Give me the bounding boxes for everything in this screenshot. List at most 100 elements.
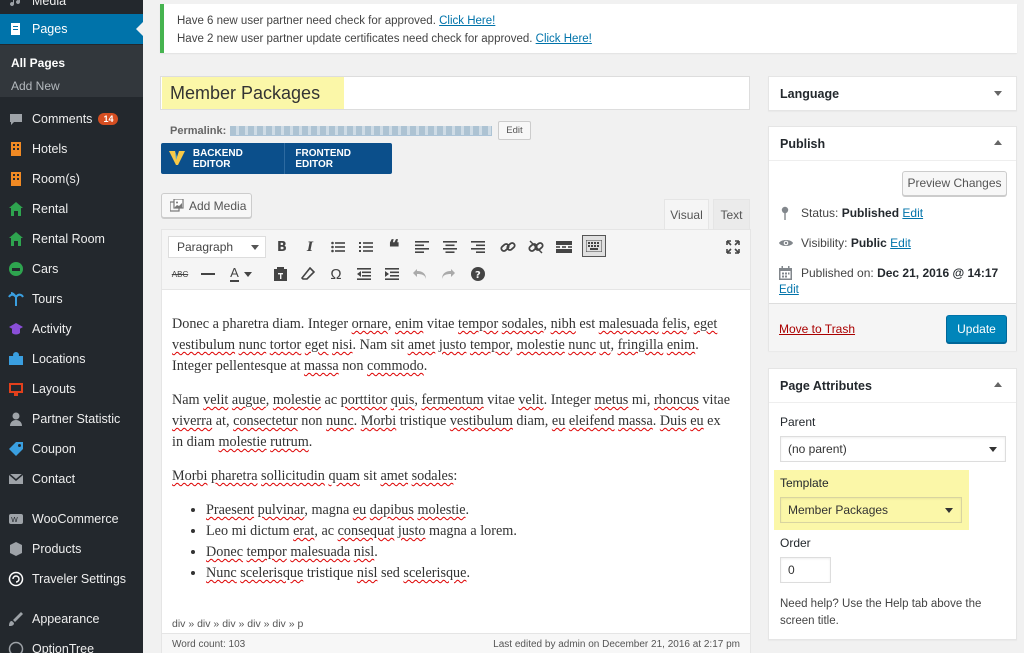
link-icon[interactable] <box>498 237 518 257</box>
increase-indent-icon[interactable] <box>382 264 402 284</box>
sidebar-item-rooms[interactable]: Room(s) <box>0 164 143 194</box>
horizontal-line-icon[interactable] <box>198 264 218 284</box>
visibility-value: Public <box>850 236 887 250</box>
notice-text: Have 2 new user partner update certifica… <box>177 33 533 45</box>
sidebar-item-appearance[interactable]: Appearance <box>0 604 143 634</box>
sidebar-item-pages[interactable]: Pages <box>0 14 143 44</box>
tours-icon <box>8 291 24 307</box>
published-on-row: Published on: Dec 21, 2016 @ 14:17 <box>779 266 998 280</box>
paste-as-text-icon[interactable] <box>270 264 290 284</box>
admin-sidebar: Media Pages All Pages Add New Comments 1… <box>0 0 143 653</box>
editor-content[interactable]: Donec a pharetra diam. Integer ornare, e… <box>172 314 732 584</box>
submenu-add-new[interactable]: Add New <box>11 79 60 93</box>
pages-icon <box>8 21 24 37</box>
sidebar-item-label: Pages <box>32 22 68 36</box>
publish-box-header[interactable]: Publish <box>769 127 1016 161</box>
unlink-icon[interactable] <box>526 237 546 257</box>
sidebar-item-activity[interactable]: Activity <box>0 314 143 344</box>
sidebar-item-coupon[interactable]: Coupon <box>0 434 143 464</box>
sidebar-item-layouts[interactable]: Layouts <box>0 374 143 404</box>
sidebar-item-contact[interactable]: Contact <box>0 464 143 494</box>
bullet-list-icon[interactable] <box>328 237 348 257</box>
chevron-up-icon[interactable] <box>994 136 1002 145</box>
page-attributes-header[interactable]: Page Attributes <box>769 369 1016 403</box>
align-right-icon[interactable] <box>468 237 488 257</box>
appearance-icon <box>8 611 24 627</box>
add-media-button[interactable]: Add Media <box>161 193 252 218</box>
visibility-row: Visibility: Public Edit <box>779 236 911 250</box>
sidebar-item-optiontree[interactable]: OptionTree <box>0 634 143 653</box>
decrease-indent-icon[interactable] <box>354 264 374 284</box>
visual-composer-logo-icon <box>169 150 189 167</box>
text-color-icon[interactable]: A <box>226 264 256 284</box>
notice-link-1[interactable]: Click Here! <box>439 15 495 27</box>
help-icon[interactable]: ? <box>468 264 488 284</box>
sidebar-item-label: Comments <box>32 112 93 126</box>
submenu-all-pages[interactable]: All Pages <box>11 56 65 70</box>
update-button[interactable]: Update <box>946 315 1007 343</box>
language-box-header[interactable]: Language <box>769 77 1016 111</box>
sidebar-item-locations[interactable]: Locations <box>0 344 143 374</box>
backend-editor-button[interactable]: BACKEND EDITOR <box>189 148 285 170</box>
sidebar-item-woocommerce[interactable]: W WooCommerce <box>0 504 143 534</box>
bold-icon[interactable]: B <box>272 237 292 257</box>
order-input[interactable]: 0 <box>780 557 831 583</box>
numbered-list-icon[interactable] <box>356 237 376 257</box>
sidebar-item-traveler-settings[interactable]: Traveler Settings <box>0 564 143 594</box>
sidebar-item-rental-room[interactable]: Rental Room <box>0 224 143 254</box>
sidebar-item-products[interactable]: Products <box>0 534 143 564</box>
template-select[interactable]: Member Packages <box>780 497 962 523</box>
frontend-editor-button[interactable]: FRONTEND EDITOR <box>285 148 392 170</box>
sidebar-item-label: Appearance <box>32 612 100 626</box>
sidebar-item-rental[interactable]: Rental <box>0 194 143 224</box>
sidebar-item-tours[interactable]: Tours <box>0 284 143 314</box>
chevron-down-icon <box>989 447 997 456</box>
parent-select[interactable]: (no parent) <box>780 436 1006 462</box>
pin-icon <box>779 206 793 220</box>
align-center-icon[interactable] <box>440 237 460 257</box>
permalink-edit-button[interactable]: Edit <box>498 121 531 140</box>
chevron-up-icon[interactable] <box>994 378 1002 387</box>
sidebar-item-label: Hotels <box>32 142 68 156</box>
calendar-icon <box>779 266 793 280</box>
sidebar-item-cars[interactable]: Cars <box>0 254 143 284</box>
toolbar-toggle-icon[interactable] <box>582 235 606 257</box>
template-label: Template <box>780 476 829 490</box>
content-editor: Paragraph B I ❝ ABC A Ω ? Donec a pharet… <box>161 229 751 653</box>
post-title-input[interactable]: Member Packages <box>160 76 750 110</box>
read-more-icon[interactable] <box>554 237 574 257</box>
editor-statusbar: Word count: 103 Last edited by admin on … <box>162 633 750 653</box>
chevron-down-icon[interactable] <box>994 91 1002 100</box>
preview-changes-button[interactable]: Preview Changes <box>902 171 1007 196</box>
sidebar-item-partner-statistic[interactable]: Partner Statistic <box>0 404 143 434</box>
tab-visual[interactable]: Visual <box>664 199 709 229</box>
undo-icon[interactable] <box>410 264 430 284</box>
redo-icon[interactable] <box>438 264 458 284</box>
permalink-url[interactable] <box>230 125 493 136</box>
blockquote-icon[interactable]: ❝ <box>384 237 404 259</box>
strikethrough-icon[interactable]: ABC <box>170 264 190 284</box>
sidebar-item-hotels[interactable]: Hotels <box>0 134 143 164</box>
sidebar-item-label: Locations <box>32 352 86 366</box>
sidebar-item-comments[interactable]: Comments 14 <box>0 104 143 134</box>
locations-icon <box>8 351 24 367</box>
fullscreen-icon[interactable] <box>723 237 743 257</box>
clear-formatting-icon[interactable] <box>298 264 318 284</box>
align-left-icon[interactable] <box>412 237 432 257</box>
sidebar-item-label: Activity <box>32 322 72 336</box>
published-on-edit-link[interactable]: Edit <box>779 284 799 296</box>
notice-link-2[interactable]: Click Here! <box>536 33 592 45</box>
tab-text[interactable]: Text <box>713 199 750 229</box>
rooms-icon <box>8 171 24 187</box>
layouts-icon <box>8 381 24 397</box>
format-select[interactable]: Paragraph <box>168 236 266 258</box>
pages-submenu: All Pages Add New <box>0 45 143 97</box>
special-character-icon[interactable]: Ω <box>326 264 346 284</box>
published-on-label: Published on: <box>801 266 874 280</box>
format-select-value: Paragraph <box>177 240 234 254</box>
italic-icon[interactable]: I <box>300 237 320 257</box>
status-edit-link[interactable]: Edit <box>902 206 923 220</box>
published-on-value: Dec 21, 2016 @ 14:17 <box>877 266 999 280</box>
visibility-edit-link[interactable]: Edit <box>890 236 911 250</box>
move-to-trash-link[interactable]: Move to Trash <box>779 322 855 336</box>
